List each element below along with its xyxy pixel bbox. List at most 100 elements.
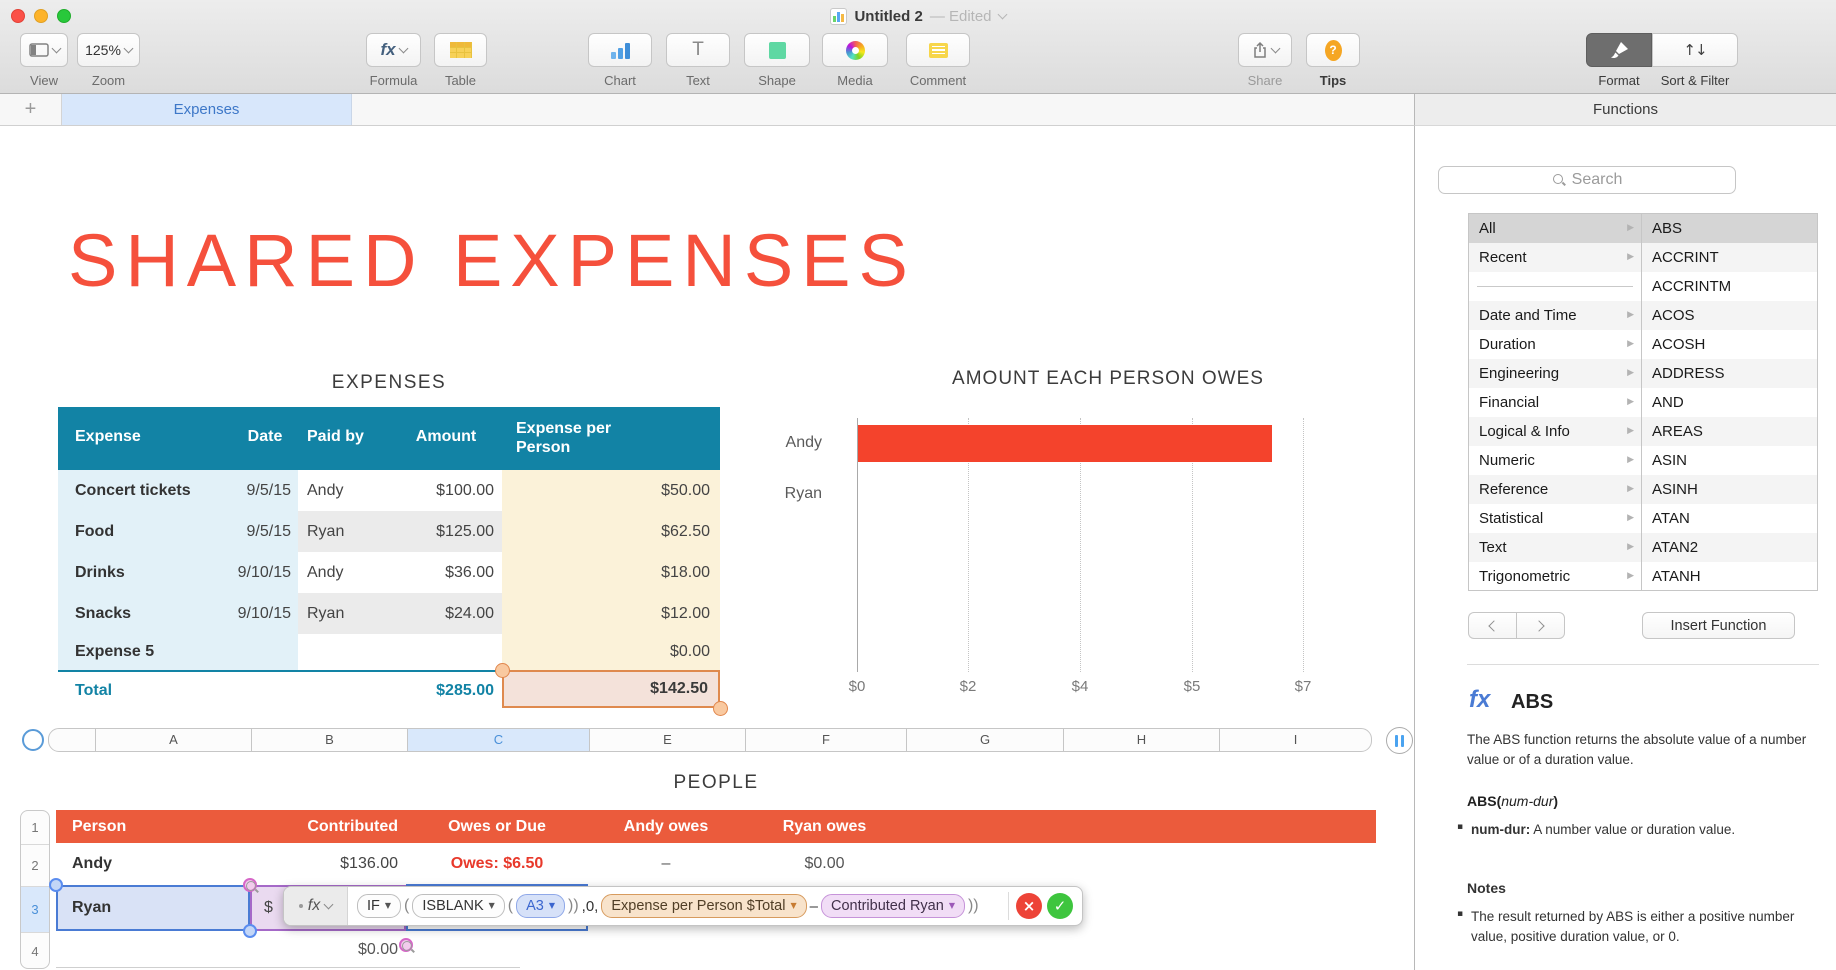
sheet-heading[interactable]: SHARED EXPENSES	[68, 218, 916, 303]
tab-expenses[interactable]: Expenses	[62, 94, 352, 125]
forward-button[interactable]	[1516, 612, 1565, 639]
column-ref-b[interactable]: B	[251, 729, 407, 751]
table-button[interactable]	[434, 33, 487, 67]
formula-editor-handle[interactable]: fx	[284, 887, 348, 925]
formula-editor[interactable]: fx IF ▼ ( ISBLANK ▼ ( A3 ▼ )) ,0, Expense p…	[283, 886, 1083, 926]
search-input[interactable]: Search	[1438, 166, 1736, 194]
token-if[interactable]: IF ▼	[357, 894, 402, 918]
caret-down-icon: ▼	[548, 901, 556, 910]
format-button[interactable]	[1586, 33, 1652, 67]
column-ref-a[interactable]: A	[95, 729, 251, 751]
media-button[interactable]	[822, 33, 888, 67]
category-all[interactable]: All ▶	[1469, 214, 1641, 243]
formula-button[interactable]: fx	[366, 33, 421, 67]
category-duration[interactable]: Duration ▶	[1469, 330, 1641, 359]
header-contributed: Contributed	[307, 818, 398, 835]
zoom-button[interactable]: 125%	[77, 33, 140, 67]
selection-handle[interactable]	[713, 701, 728, 716]
add-sheet-button[interactable]: +	[0, 94, 62, 125]
accept-formula-button[interactable]: ✓	[1047, 893, 1073, 919]
insert-function-button[interactable]: Insert Function	[1642, 612, 1795, 639]
category-numeric[interactable]: Numeric ▶	[1469, 446, 1641, 475]
people-header-row[interactable]: Person Contributed Owes or Due Andy owes…	[56, 810, 1376, 843]
column-ref-c[interactable]: C	[407, 729, 589, 751]
function-atanh[interactable]: ATANH	[1642, 562, 1817, 590]
share-button[interactable]	[1238, 33, 1292, 67]
token-contributed-ryan[interactable]: Contributed Ryan ▼	[820, 894, 965, 918]
category-statistical[interactable]: Statistical ▶	[1469, 504, 1641, 533]
category-engineering[interactable]: Engineering ▶	[1469, 359, 1641, 388]
function-browser: All ▶ Recent ▶ Date and Time ▶ Duration ▶ En…	[1468, 213, 1818, 591]
shape-label: Shape	[758, 73, 796, 88]
token-expense-per-person-total[interactable]: Expense per Person $Total ▼	[601, 894, 807, 918]
text-button[interactable]: T	[666, 33, 730, 67]
category-separator	[1469, 272, 1641, 301]
function-atan[interactable]: ATAN	[1642, 504, 1817, 533]
chart-title[interactable]: AMOUNT EACH PERSON OWES	[858, 368, 1358, 390]
reference-handle-magenta[interactable]	[399, 938, 413, 952]
token-a3[interactable]: A3 ▼	[516, 894, 566, 918]
function-acos[interactable]: ACOS	[1642, 301, 1817, 330]
cancel-formula-button[interactable]: ×	[1016, 893, 1042, 919]
reference-handle-magenta[interactable]	[243, 878, 257, 892]
header-andy-owes: Andy owes	[623, 818, 709, 835]
column-ref-h[interactable]: H	[1063, 729, 1219, 751]
shape-button[interactable]	[744, 33, 810, 67]
title-chevron-down-icon[interactable]	[997, 9, 1007, 19]
formula-tokens[interactable]: IF ▼ ( ISBLANK ▼ ( A3 ▼ )) ,0, Expense per …	[348, 894, 1004, 918]
chevron-right-icon: ▶	[1627, 513, 1634, 523]
table-row[interactable]: Drinks 9/10/15 Andy $36.00 $18.00	[58, 552, 720, 593]
chart-button[interactable]	[588, 33, 652, 67]
category-trigonometric[interactable]: Trigonometric ▶	[1469, 562, 1641, 590]
function-and[interactable]: AND	[1642, 388, 1817, 417]
expenses-table[interactable]: Expense Date Paid by Amount Expense per …	[58, 407, 728, 716]
category-logical-info[interactable]: Logical & Info ▶	[1469, 417, 1641, 446]
view-button[interactable]	[20, 33, 68, 67]
function-abs[interactable]: ABS	[1642, 214, 1817, 243]
comment-button[interactable]	[906, 33, 970, 67]
expenses-header-row[interactable]: Expense Date Paid by Amount Expense per …	[58, 407, 720, 470]
tips-button[interactable]: ?	[1306, 33, 1360, 67]
table-row[interactable]: Food 9/5/15 Ryan $125.00 $62.50	[58, 511, 720, 552]
bar-andy[interactable]	[858, 425, 1272, 462]
window-edited-status[interactable]: — Edited	[930, 8, 992, 25]
sort-filter-button[interactable]: ↑↓	[1652, 33, 1738, 67]
function-address[interactable]: ADDRESS	[1642, 359, 1817, 388]
function-asin[interactable]: ASIN	[1642, 446, 1817, 475]
table-row[interactable]: Snacks 9/10/15 Ryan $24.00 $12.00	[58, 593, 720, 634]
row-ref-2[interactable]: 2	[21, 844, 49, 886]
function-accrintm[interactable]: ACCRINTM	[1642, 272, 1817, 301]
category-recent[interactable]: Recent ▶	[1469, 243, 1641, 272]
table-row[interactable]: Expense 5 $0.00	[58, 634, 720, 670]
category-financial[interactable]: Financial ▶	[1469, 388, 1641, 417]
format-tool: Format	[1586, 33, 1652, 88]
column-ref-e[interactable]: E	[589, 729, 745, 751]
back-button[interactable]	[1468, 612, 1516, 639]
function-acosh[interactable]: ACOSH	[1642, 330, 1817, 359]
selected-cell-total-per-person[interactable]: $142.50	[502, 670, 720, 708]
reference-handle-blue[interactable]	[243, 924, 257, 938]
people-table-title[interactable]: PEOPLE	[56, 772, 1376, 794]
table-row[interactable]: Concert tickets 9/5/15 Andy $100.00 $50.00	[58, 470, 720, 511]
selection-handle[interactable]	[495, 663, 510, 678]
row-ref-4[interactable]: 4	[21, 932, 49, 969]
function-asinh[interactable]: ASINH	[1642, 475, 1817, 504]
column-ref-f[interactable]: F	[745, 729, 906, 751]
row-ref-3[interactable]: 3	[21, 886, 49, 932]
column-ref-i[interactable]: I	[1219, 729, 1371, 751]
function-areas[interactable]: AREAS	[1642, 417, 1817, 446]
cell-a3-ryan[interactable]: Ryan	[56, 885, 250, 931]
cell-b4[interactable]: $0.00	[250, 931, 406, 968]
function-atan2[interactable]: ATAN2	[1642, 533, 1817, 562]
row-ref-1[interactable]: 1	[21, 811, 49, 844]
column-ref-g[interactable]: G	[906, 729, 1063, 751]
function-accrint[interactable]: ACCRINT	[1642, 243, 1817, 272]
reference-handle-blue[interactable]	[49, 878, 63, 892]
category-text[interactable]: Text ▶	[1469, 533, 1641, 562]
table-select-circle[interactable]	[22, 729, 44, 751]
expenses-table-title[interactable]: EXPENSES	[58, 372, 720, 394]
category-reference[interactable]: Reference ▶	[1469, 475, 1641, 504]
token-isblank[interactable]: ISBLANK ▼	[412, 894, 505, 918]
category-date-and-time[interactable]: Date and Time ▶	[1469, 301, 1641, 330]
table-resize-handle[interactable]	[1386, 727, 1413, 754]
